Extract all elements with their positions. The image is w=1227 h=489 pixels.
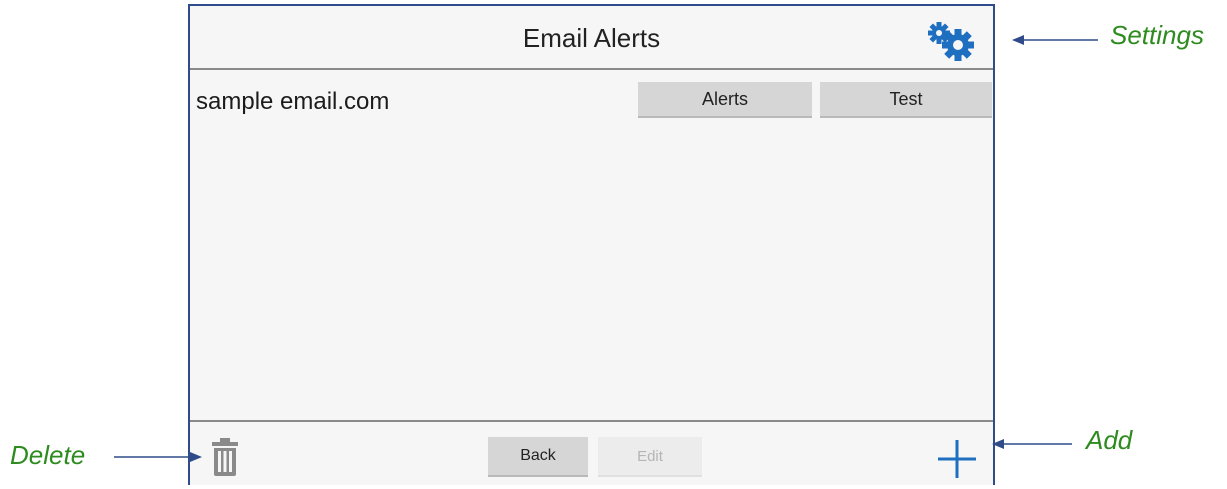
delete-callout-label: Delete (10, 440, 86, 470)
settings-callout-label: Settings (1110, 20, 1204, 50)
add-callout-label: Add (1086, 425, 1133, 455)
settings-callout-arrow (114, 35, 1098, 462)
